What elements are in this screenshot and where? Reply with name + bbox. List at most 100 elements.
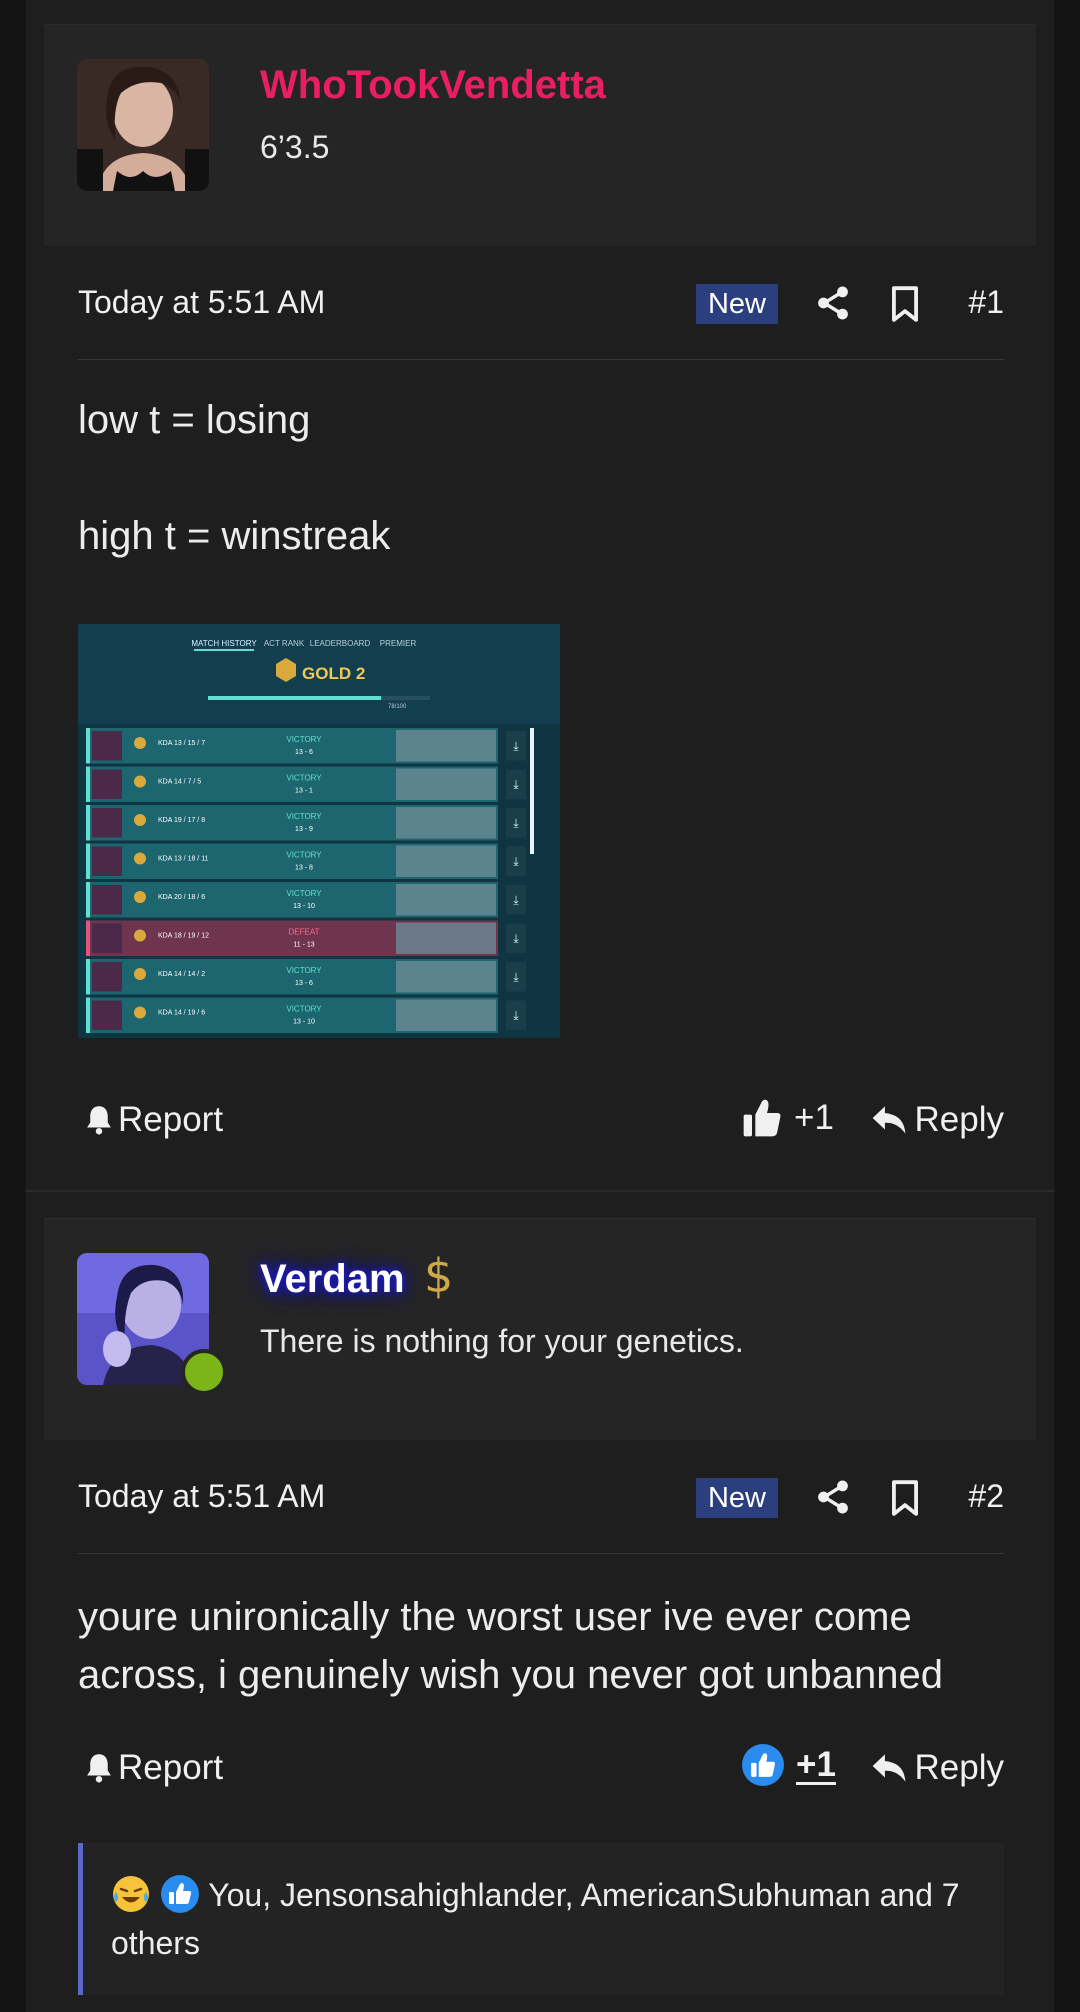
agent-portrait — [92, 846, 122, 876]
match-kda: KDA 19 / 17 / 8 — [158, 817, 205, 824]
avatar[interactable] — [77, 59, 209, 191]
match-score: 13 - 6 — [295, 980, 313, 987]
like-reaction-icon — [160, 1874, 200, 1914]
report-button[interactable]: Report — [84, 1100, 223, 1140]
reactions-bar[interactable]: You, Jensonsahighlander, AmericanSubhuma… — [78, 1843, 1004, 1995]
match-rank-icon — [134, 1006, 146, 1019]
laughing-crying-emoji-icon — [111, 1874, 151, 1914]
attached-image[interactable]: MATCH HISTORY ACT RANK LEADERBOARD PREMIER G… — [78, 624, 560, 1038]
like-button[interactable]: +1 — [742, 1744, 836, 1786]
match-score: 13 - 6 — [295, 749, 313, 756]
download-icon: ⤓ — [513, 739, 519, 753]
reply-button[interactable]: Reply — [871, 1748, 1004, 1788]
match-row-accent — [86, 843, 90, 879]
match-result: VICTORY — [286, 851, 322, 860]
rank-rating: 78/100 — [388, 704, 407, 710]
new-badge: New — [696, 284, 778, 324]
match-result: VICTORY — [286, 966, 322, 975]
map-thumbnail — [396, 884, 496, 916]
match-score: 13 - 10 — [293, 1019, 315, 1026]
match-rank-icon — [134, 737, 146, 749]
rank-label: GOLD 2 — [302, 664, 365, 683]
bookmark-icon[interactable] — [886, 1478, 924, 1518]
post-date[interactable]: Today at 5:51 AM — [78, 284, 325, 321]
match-kda: KDA 14 / 7 / 5 — [158, 779, 201, 786]
new-badge: New — [696, 1478, 778, 1518]
match-rank-icon — [134, 929, 146, 942]
match-result: VICTORY — [286, 812, 322, 821]
like-count[interactable]: +1 — [796, 1745, 836, 1785]
image-scrollbar — [530, 728, 534, 854]
reply-button[interactable]: Reply — [871, 1100, 1004, 1140]
username[interactable]: WhoTookVendetta — [260, 63, 606, 108]
user-block: WhoTookVendetta 6’3.5 — [44, 24, 1036, 277]
bookmark-icon[interactable] — [886, 284, 924, 324]
match-result: VICTORY — [286, 889, 322, 898]
like-button[interactable]: +1 — [742, 1096, 834, 1140]
match-result: VICTORY — [286, 774, 322, 783]
match-kda: KDA 14 / 14 / 2 — [158, 971, 205, 978]
reactions-text: You, Jensonsahighlander, AmericanSubhuma… — [111, 1877, 960, 1961]
match-kda: KDA 18 / 19 / 12 — [158, 933, 209, 940]
like-count: +1 — [794, 1098, 834, 1137]
map-thumbnail — [396, 961, 496, 993]
download-icon: ⤓ — [513, 932, 519, 946]
agent-portrait — [92, 1000, 122, 1030]
user-title: There is nothing for your genetics. — [260, 1323, 744, 1359]
agent-portrait — [92, 769, 122, 799]
download-icon: ⤓ — [513, 1009, 519, 1023]
post-meta: Today at 5:51 AM New #1 — [78, 246, 1004, 360]
image-tab: LEADERBOARD — [310, 639, 371, 648]
match-row-accent — [86, 882, 90, 918]
match-row-accent — [86, 728, 90, 764]
post-actions: Report +1 Reply — [78, 1740, 1004, 1800]
match-row-accent — [86, 805, 90, 841]
user-title: 6’3.5 — [260, 129, 330, 165]
reply-label: Reply — [914, 1748, 1004, 1787]
match-rank-icon — [134, 852, 146, 865]
bell-icon — [87, 1106, 111, 1135]
post-line: high t = winstreak — [78, 514, 391, 558]
match-row-accent — [86, 997, 90, 1033]
match-row-accent — [86, 920, 90, 956]
image-tab: ACT RANK — [264, 639, 305, 648]
post-number[interactable]: #1 — [968, 284, 1004, 321]
report-button[interactable]: Report — [84, 1748, 223, 1788]
match-result: VICTORY — [286, 1005, 322, 1014]
post: Verdam $ There is nothing for your genet… — [26, 1218, 1054, 2012]
share-icon[interactable] — [814, 284, 852, 322]
report-label: Report — [118, 1748, 224, 1787]
download-icon: ⤓ — [513, 893, 519, 907]
share-icon[interactable] — [814, 1478, 852, 1516]
match-score: 13 - 9 — [295, 826, 313, 833]
agent-portrait — [92, 731, 122, 761]
download-icon: ⤓ — [513, 855, 519, 869]
match-kda: KDA 13 / 15 / 7 — [158, 740, 205, 747]
user-block: Verdam $ There is nothing for your genet… — [44, 1218, 1036, 1471]
report-label: Report — [118, 1100, 224, 1139]
thumbs-up-icon — [743, 1099, 781, 1137]
post-meta: Today at 5:51 AM New #2 — [78, 1440, 1004, 1554]
download-icon: ⤓ — [513, 778, 519, 792]
reply-arrow-icon — [872, 1106, 905, 1134]
agent-portrait — [92, 962, 122, 992]
image-tab: MATCH HISTORY — [191, 639, 257, 648]
match-result: DEFEAT — [289, 928, 320, 937]
match-score: 13 - 1 — [295, 788, 313, 795]
username[interactable]: Verdam — [260, 1257, 405, 1302]
reply-label: Reply — [914, 1100, 1004, 1139]
download-icon: ⤓ — [513, 816, 519, 830]
match-result: VICTORY — [286, 735, 322, 744]
match-rank-icon — [134, 775, 146, 788]
thread-page: WhoTookVendetta 6’3.5 Today at 5:51 AM N… — [26, 0, 1054, 2012]
map-thumbnail — [396, 999, 496, 1031]
post-number[interactable]: #2 — [968, 1478, 1004, 1515]
post-line: low t = losing — [78, 398, 311, 442]
post-actions: Report +1 Reply — [78, 1092, 1004, 1152]
download-icon: ⤓ — [513, 970, 519, 984]
bell-icon — [87, 1754, 111, 1783]
online-status-dot — [181, 1349, 227, 1395]
map-thumbnail — [396, 922, 496, 954]
match-rank-icon — [134, 891, 146, 903]
post-date[interactable]: Today at 5:51 AM — [78, 1478, 325, 1515]
